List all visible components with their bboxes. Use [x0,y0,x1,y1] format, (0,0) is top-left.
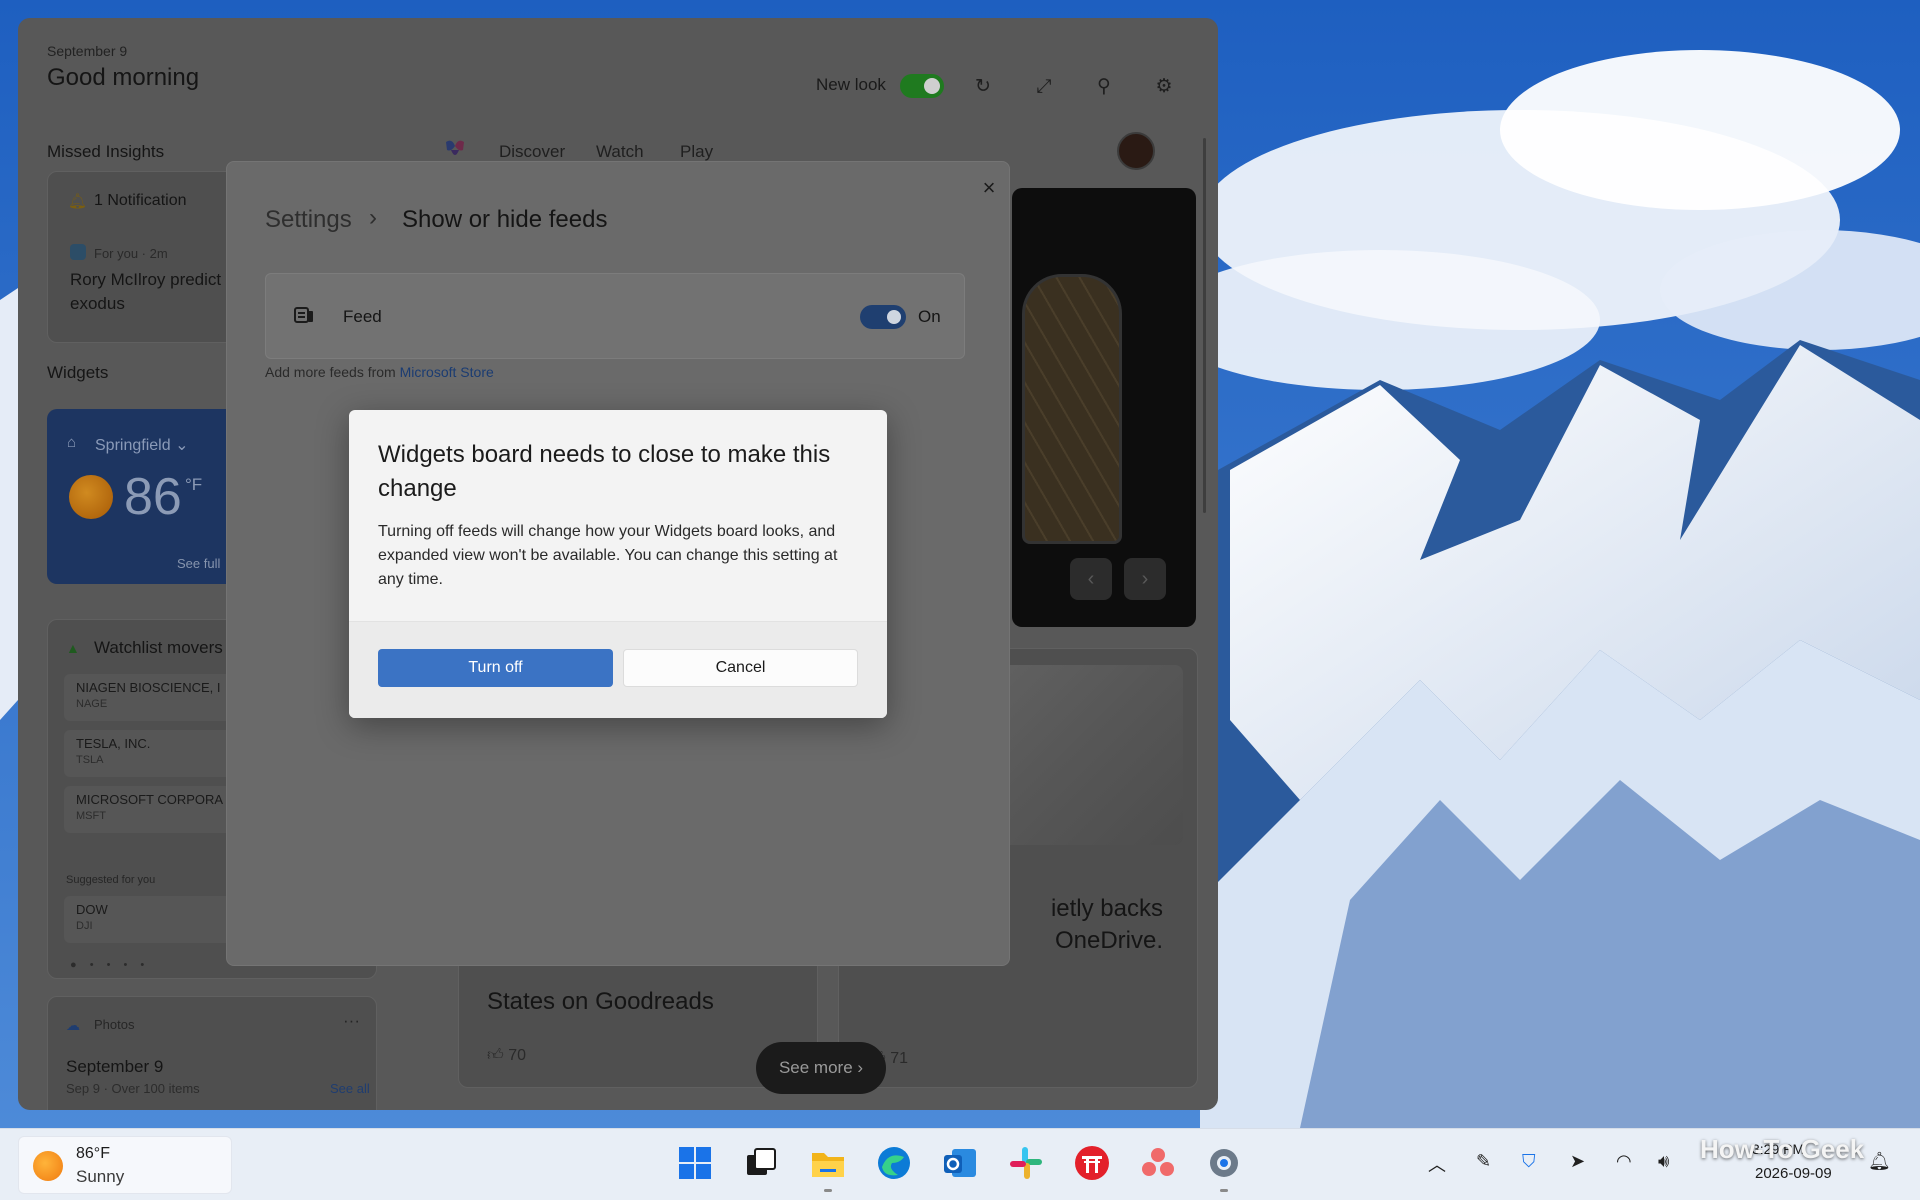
tab-watch[interactable]: Watch [596,142,644,162]
see-all-link[interactable]: See all [330,1081,370,1096]
tab-discover[interactable]: Discover [499,142,565,162]
taskbar-weather-desc: Sunny [76,1167,125,1186]
chevron-right-icon: › [369,204,377,231]
torii-app-icon[interactable] [1072,1143,1112,1183]
microsoft-store-link[interactable]: Microsoft Store [400,364,494,380]
running-indicator [824,1189,832,1192]
start-icon[interactable] [675,1143,715,1183]
watermark: How-To Geek [1700,1134,1865,1164]
pager-dots[interactable]: ● • • • • [70,959,149,971]
confirm-dialog: Widgets board needs to close to make thi… [349,410,887,718]
pen-icon[interactable]: ✎ [1476,1151,1491,1172]
see-full-forecast-link[interactable]: See full [177,556,220,571]
widgets-heading: Widgets [47,363,109,382]
stock-trend-icon: ▲ [66,640,80,656]
carousel-prev-button[interactable]: ‹ [1070,558,1112,600]
close-icon[interactable]: × [975,174,1003,202]
feed-setting-row: Feed On [265,273,965,359]
suggested-label: Suggested for you [66,874,156,886]
chevron-down-icon: ⌄ [175,437,189,454]
sun-icon [33,1151,63,1181]
taskbar: 86°F Sunny ︿ ✎ ⛉ ➤ ◠ 🔊︎ 3:29 PM 2026-09-… [0,1128,1920,1200]
news-source-icon [70,244,86,260]
file-explorer-icon[interactable] [808,1143,848,1183]
onedrive-cloud-icon: ☁ [66,1017,80,1033]
missed-insights-heading: Missed Insights [47,142,165,161]
like-count-value: 70 [508,1047,526,1064]
outlook-icon[interactable] [940,1143,980,1183]
toggle-knob [924,78,940,94]
more-options-icon[interactable]: ··· [343,1011,360,1031]
photos-label: Photos [94,1017,135,1032]
settings-icon[interactable] [1204,1143,1244,1183]
tab-play[interactable]: Play [680,142,713,162]
notification-title: 1 Notification [94,192,187,209]
weather-temperature: 86 [124,468,182,526]
carousel-next-button[interactable]: › [1124,558,1166,600]
like-count[interactable]: 👍︎ 70 [487,1046,526,1065]
clock-date[interactable]: 2026-09-09 [1755,1165,1832,1182]
sun-icon [69,475,113,519]
cancel-button[interactable]: Cancel [623,649,858,687]
photos-subtitle: Sep 9 · Over 100 items [66,1081,200,1096]
copilot-icon[interactable] [442,136,468,162]
security-shield-icon[interactable]: ⛉ [1522,1151,1536,1172]
feed-hint-text: Add more feeds from [265,364,400,380]
feed-toggle[interactable] [860,305,906,329]
running-indicator [1220,1189,1228,1192]
feed-hint: Add more feeds from Microsoft Store [265,364,494,380]
dialog-title: Widgets board needs to close to make thi… [378,441,831,502]
gear-icon[interactable]: ⚙ [1151,74,1177,100]
new-look-toggle[interactable] [900,74,944,98]
hero-article-card[interactable]: ‹ › [1012,188,1196,627]
watchlist-title: Watchlist movers [94,638,223,657]
expand-icon[interactable]: ⤢ [1031,74,1057,100]
refresh-icon[interactable]: ↻ [970,74,996,100]
turn-off-button[interactable]: Turn off [378,649,613,687]
new-look-label: New look [816,75,886,94]
taskbar-weather[interactable]: 86°F Sunny [18,1136,232,1194]
photos-date: September 9 [66,1057,164,1076]
widgets-date: September 9 [47,43,128,59]
edge-icon[interactable] [874,1143,914,1183]
bell-icon: 🔔︎ [68,193,88,210]
notification-source: For you · 2m [94,246,168,261]
wifi-icon[interactable]: ◠ [1616,1151,1632,1172]
weather-location-name: Springfield [95,437,171,454]
weather-unit: °F [185,475,203,494]
feed-label: Feed [343,307,382,326]
feed-icon [294,307,313,323]
see-more-button[interactable]: See more › [756,1042,886,1094]
toggle-knob [887,310,901,324]
dialog-body: Turning off feeds will change how your W… [378,523,838,588]
asana-icon[interactable] [1138,1143,1178,1183]
notification-bell-icon[interactable]: 🔔︎ [1868,1151,1891,1172]
feed-state-label: On [918,307,941,326]
scrollbar[interactable] [1203,138,1206,513]
photos-widget[interactable]: ☁ Photos ··· September 9 Sep 9 · Over 10… [47,996,377,1110]
taskbar-weather-temp: 86°F [76,1145,110,1162]
avatar[interactable] [1117,132,1155,170]
article-image [1022,274,1122,544]
pin-widgets-icon[interactable]: ⚲ [1091,74,1117,100]
weather-location[interactable]: Springfield ⌄ [95,435,188,455]
see-more-label: See more [778,1058,853,1077]
widgets-greeting: Good morning [47,64,200,91]
breadcrumb-settings[interactable]: Settings [265,206,352,234]
slack-icon[interactable] [1006,1143,1046,1183]
article-title: States on Goodreads [487,988,714,1015]
volume-icon[interactable]: 🔊︎ [1658,1151,1669,1172]
thumbs-up-icon: 👍︎ [487,1047,504,1064]
like-count-value: 71 [890,1050,908,1067]
chevron-up-icon[interactable]: ︿ [1428,1151,1446,1177]
home-icon: ⌂ [67,434,77,451]
page-title: Show or hide feeds [402,206,608,233]
task-view-icon[interactable] [741,1143,781,1183]
location-icon[interactable]: ➤ [1570,1151,1585,1172]
